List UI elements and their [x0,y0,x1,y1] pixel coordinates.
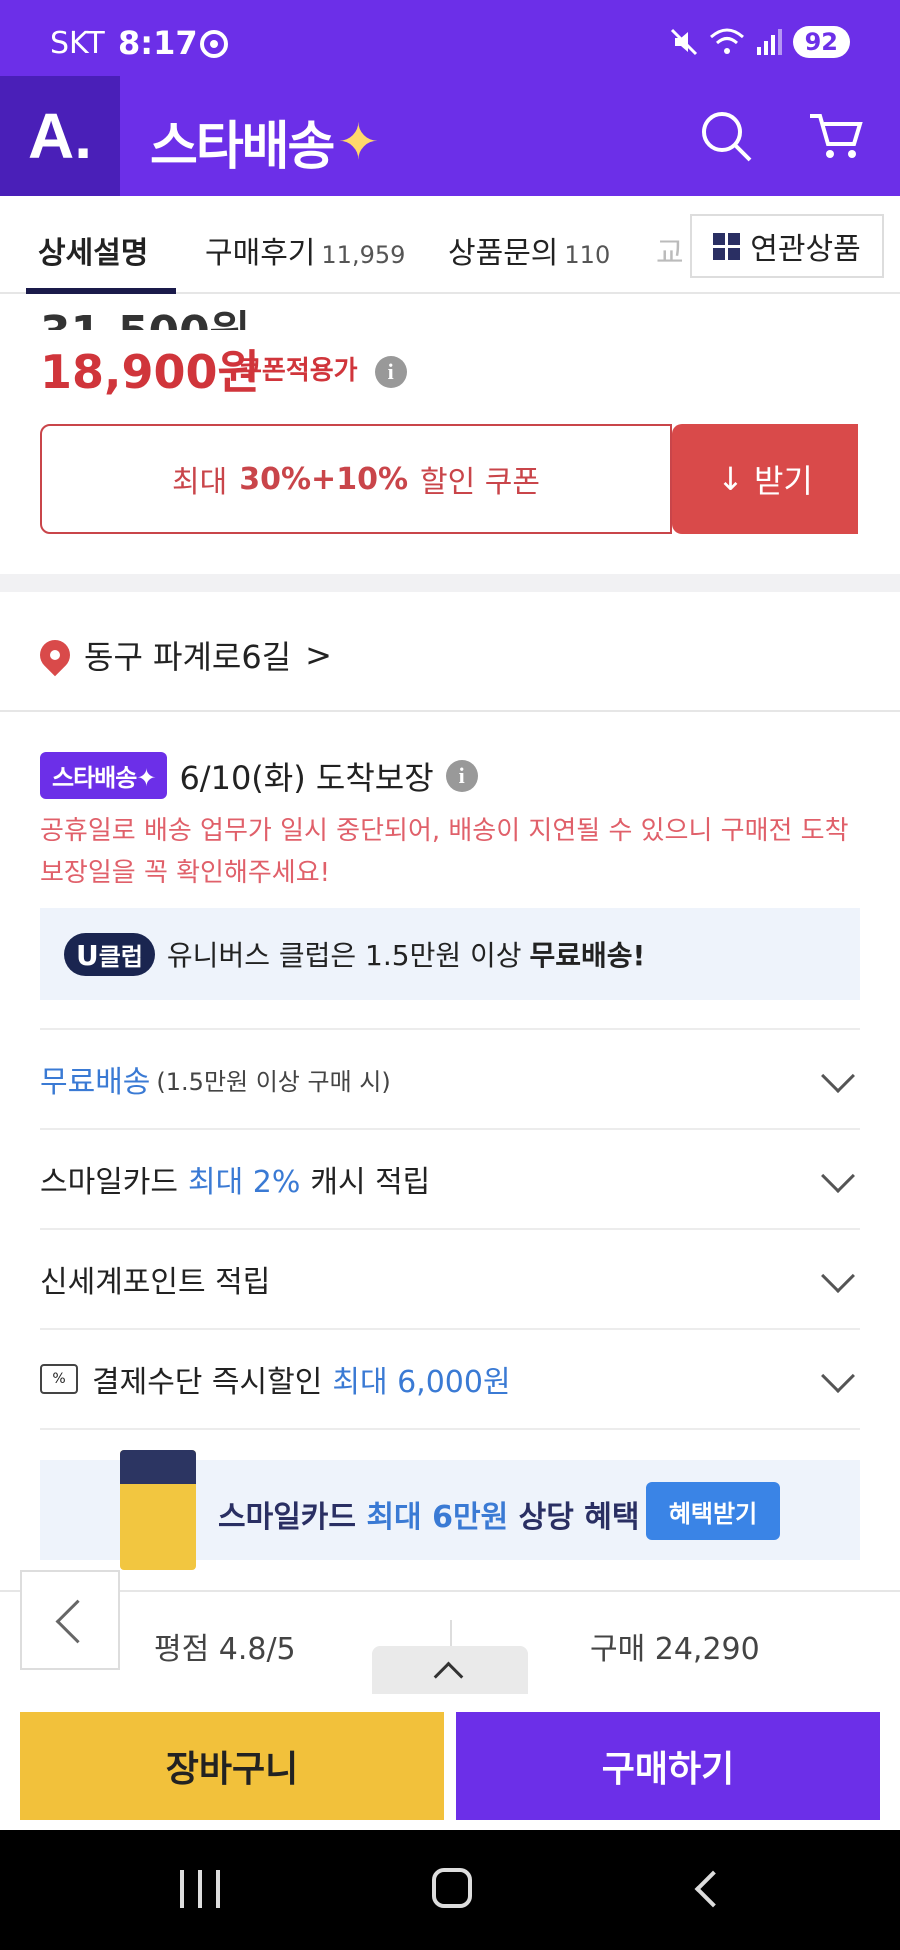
delivery-delay-notice: 공휴일로 배송 업무가 일시 중단되어, 배송이 지연될 수 있으니 구매전 도… [40,816,849,888]
chevron-down-icon [821,1359,855,1393]
brand-name: 스타배송 [150,117,335,177]
tab-details[interactable]: 상세설명 [38,228,148,272]
coupon-price-label: 쿠폰적용가 i [238,350,407,388]
chevron-down-icon [821,1059,855,1093]
credit-card-image [120,1450,196,1570]
back-button[interactable] [20,1570,120,1670]
benefit-instant-discount[interactable]: % 결제수단 즉시할인 최대 6,000원 [40,1328,860,1428]
app-header: A. 스타배송 ✦ [0,76,900,196]
signal-icon [756,29,782,55]
benefit-free-shipping[interactable]: 무료배송 (1.5만원 이상 구매 시) [40,1028,860,1128]
search-icon[interactable] [696,106,756,166]
original-price: 31,500원 [40,296,250,330]
wifi-icon [709,28,744,54]
expand-handle-chevron-up-icon[interactable] [372,1646,528,1694]
chevron-down-icon [821,1159,855,1193]
benefit-shinsegae-point[interactable]: 신세계포인트 적립 [40,1228,860,1328]
home-icon[interactable] [432,1868,472,1908]
arrival-guarantee: 스타배송✦ 6/10(화) 도착보장 i [40,752,478,799]
payment-card-icon: % [40,1364,78,1394]
purchase-count: 구매 24,290 [590,1632,760,1667]
sale-price: 18,900원 [40,345,260,399]
active-tab-indicator [26,288,176,294]
divider [40,1428,860,1430]
download-icon: ↓ [717,460,744,498]
mute-icon [670,28,697,56]
section-gap [0,574,900,592]
chevron-right-icon: > [305,636,332,674]
smile-banner-text: 스마일카드 최대 6만원 상당 혜택 [218,1500,640,1535]
tab-reviews[interactable]: 구매후기 11,959 [205,228,405,272]
back-icon[interactable] [694,1870,732,1908]
info-icon[interactable]: i [445,759,478,792]
home-logo-button[interactable]: A. [0,76,120,196]
coupon-banner[interactable]: 최대 30%+10% 할인 쿠폰 [40,424,672,534]
clock: 8:17 [118,24,198,62]
recent-apps-icon[interactable] [180,1870,220,1908]
cart-icon[interactable] [806,106,866,166]
status-bar: SKT 8:17 92 [0,0,900,76]
carrier-label: SKT [50,26,105,61]
info-icon[interactable]: i [374,356,407,388]
divider [0,710,900,712]
tab-questions[interactable]: 상품문의 110 [448,228,610,272]
add-to-cart-button[interactable]: 장바구니 [20,1712,444,1820]
benefit-smile-card[interactable]: 스마일카드 최대 2% 캐시 적립 [40,1128,860,1228]
star-delivery-badge: 스타배송✦ [40,752,168,799]
battery-indicator: 92 [792,26,850,58]
get-benefit-button[interactable]: 혜택받기 [646,1482,780,1540]
club-badge: U클럽 [64,932,155,976]
grid-icon [713,232,741,260]
universe-club-banner[interactable]: U클럽 유니버스 클럽은 1.5만원 이상 무료배송! [40,908,860,1000]
system-nav-bar [0,1830,900,1950]
status-icons: 92 [669,26,850,58]
rating-label: 평점 4.8/5 [154,1632,296,1667]
location-pin-icon [33,633,77,677]
related-products-button[interactable]: 연관상품 [690,214,884,278]
delivery-address[interactable]: 동구 파계로6길 > [33,632,332,678]
tab-exchange[interactable]: 교 [656,228,684,272]
brand-logo: 스타배송 ✦ [150,104,379,179]
sparkle-icon: ✦ [337,112,379,171]
chevron-down-icon [821,1259,855,1293]
camera-aperture-icon [200,30,228,58]
coupon-download-button[interactable]: ↓ 받기 [672,424,858,534]
buy-now-button[interactable]: 구매하기 [456,1712,880,1820]
